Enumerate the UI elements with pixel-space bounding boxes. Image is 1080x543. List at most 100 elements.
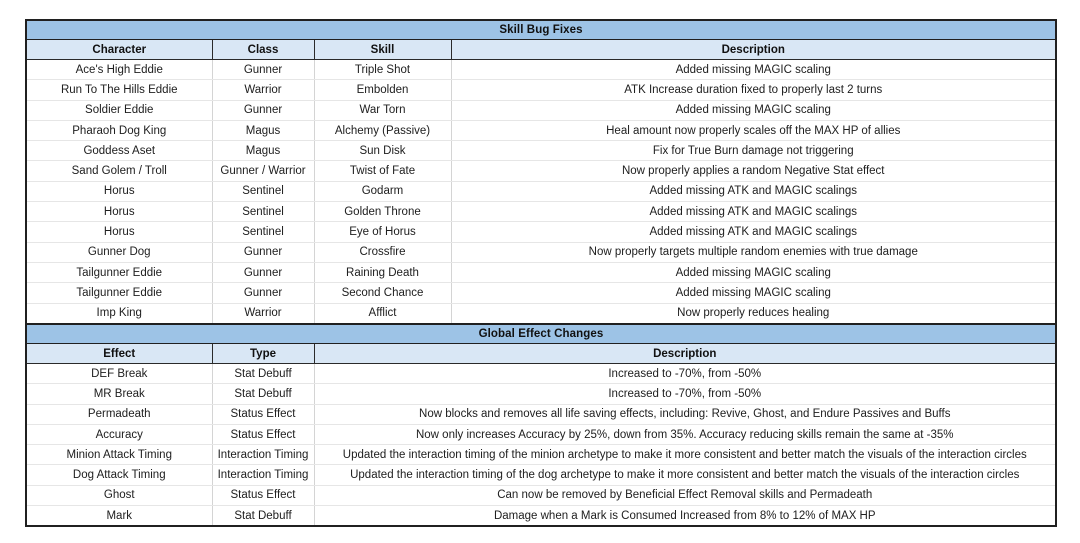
table-row: Sand Golem / Troll Gunner / Warrior Twist … xyxy=(26,160,1056,182)
column-header-effect: Effect xyxy=(26,343,213,364)
cell-description: Added missing MAGIC scaling xyxy=(450,99,1056,121)
cell-skill: War Torn xyxy=(313,99,452,121)
cell-description: ATK Increase duration fixed to properly … xyxy=(450,79,1056,101)
global-effect-changes-body: DEF Break Stat Debuff Increased to -70%, f… xyxy=(26,363,1056,527)
cell-skill: Golden Throne xyxy=(313,201,452,223)
cell-class: Gunner xyxy=(211,261,315,284)
table-row: Pharaoh Dog King Magus Alchemy (Passive) He… xyxy=(26,119,1056,142)
cell-type: Stat Debuff xyxy=(211,505,315,527)
cell-skill: Alchemy (Passive) xyxy=(313,119,452,142)
cell-class: Gunner xyxy=(211,282,315,304)
cell-effect: Minion Attack Timing xyxy=(26,444,213,466)
cell-type: Stat Debuff xyxy=(211,383,315,405)
table-title-row: Global Effect Changes xyxy=(26,323,1056,344)
table-row: Tailgunner Eddie Gunner Raining Death Added… xyxy=(26,261,1056,284)
global-effect-changes-title: Global Effect Changes xyxy=(26,323,1056,344)
cell-effect: Mark xyxy=(26,505,213,527)
cell-character: Pharaoh Dog King xyxy=(26,119,213,142)
table-row: Soldier Eddie Gunner War Torn Added missing… xyxy=(26,99,1056,121)
cell-character: Horus xyxy=(26,201,213,223)
cell-effect: Dog Attack Timing xyxy=(26,464,213,486)
cell-type: Status Effect xyxy=(211,484,315,507)
cell-character: Horus xyxy=(26,180,213,203)
cell-class: Gunner xyxy=(211,59,315,81)
table-row: MR Break Stat Debuff Increased to -70%, fr… xyxy=(26,383,1056,405)
cell-description: Can now be removed by Beneficial Effect … xyxy=(313,484,1056,507)
table-row: Horus Sentinel Godarm Added missing ATK and… xyxy=(26,180,1056,203)
cell-character: Ace's High Eddie xyxy=(26,59,213,81)
cell-skill: Sun Disk xyxy=(313,140,452,162)
cell-class: Magus xyxy=(211,140,315,162)
table-row: Horus Sentinel Golden Throne Added missing … xyxy=(26,201,1056,223)
cell-class: Magus xyxy=(211,119,315,142)
cell-character: Tailgunner Eddie xyxy=(26,282,213,304)
cell-class: Sentinel xyxy=(211,201,315,223)
skill-bug-fixes-table: Skill Bug Fixes Character Class Skill De… xyxy=(25,19,1057,325)
skill-bug-fixes-title: Skill Bug Fixes xyxy=(26,19,1056,40)
cell-description: Increased to -70%, from -50% xyxy=(313,383,1056,405)
cell-character: Tailgunner Eddie xyxy=(26,261,213,284)
cell-description: Increased to -70%, from -50% xyxy=(313,363,1056,385)
cell-effect: Accuracy xyxy=(26,423,213,446)
cell-effect: Ghost xyxy=(26,484,213,507)
cell-description: Now properly reduces healing xyxy=(450,302,1056,324)
table-row: Horus Sentinel Eye of Horus Added missing A… xyxy=(26,221,1056,243)
cell-type: Stat Debuff xyxy=(211,363,315,385)
cell-skill: Second Chance xyxy=(313,282,452,304)
cell-effect: MR Break xyxy=(26,383,213,405)
cell-description: Added missing ATK and MAGIC scalings xyxy=(450,180,1056,203)
cell-description: Now properly applies a random Negative S… xyxy=(450,160,1056,182)
cell-type: Status Effect xyxy=(211,423,315,446)
skill-bug-fixes-body: Ace's High Eddie Gunner Triple Shot Added m… xyxy=(26,59,1056,324)
table-header-row: Character Class Skill Description xyxy=(26,39,1056,60)
cell-effect: Permadeath xyxy=(26,403,213,425)
cell-description: Heal amount now properly scales off the … xyxy=(450,119,1056,142)
cell-character: Gunner Dog xyxy=(26,241,213,263)
table-row: Dog Attack Timing Interaction Timing Updat… xyxy=(26,464,1056,486)
cell-skill: Eye of Horus xyxy=(313,221,452,243)
cell-type: Interaction Timing xyxy=(211,444,315,466)
table-row: Minion Attack Timing Interaction Timing Up… xyxy=(26,444,1056,466)
column-header-description: Description xyxy=(313,343,1056,364)
cell-description: Now blocks and removes all life saving e… xyxy=(313,403,1056,425)
cell-description: Damage when a Mark is Consumed Increased… xyxy=(313,505,1056,527)
table-row: Accuracy Status Effect Now only increases … xyxy=(26,423,1056,446)
cell-effect: DEF Break xyxy=(26,363,213,385)
cell-skill: Embolden xyxy=(313,79,452,101)
column-header-character: Character xyxy=(26,39,213,60)
table-title-row: Skill Bug Fixes xyxy=(26,19,1056,40)
cell-skill: Crossfire xyxy=(313,241,452,263)
cell-character: Run To The Hills Eddie xyxy=(26,79,213,101)
cell-class: Sentinel xyxy=(211,221,315,243)
cell-character: Horus xyxy=(26,221,213,243)
cell-description: Added missing MAGIC scaling xyxy=(450,59,1056,81)
cell-skill: Godarm xyxy=(313,180,452,203)
cell-skill: Afflict xyxy=(313,302,452,324)
global-effect-changes-table: Global Effect Changes Effect Type Descri… xyxy=(25,323,1057,528)
cell-description: Updated the interaction timing of the do… xyxy=(313,464,1056,486)
cell-skill: Raining Death xyxy=(313,261,452,284)
table-row: Tailgunner Eddie Gunner Second Chance Added… xyxy=(26,282,1056,304)
cell-description: Added missing ATK and MAGIC scalings xyxy=(450,221,1056,243)
table-row: Goddess Aset Magus Sun Disk Fix for True Bu… xyxy=(26,140,1056,162)
cell-description: Added missing MAGIC scaling xyxy=(450,282,1056,304)
cell-character: Sand Golem / Troll xyxy=(26,160,213,182)
cell-description: Added missing ATK and MAGIC scalings xyxy=(450,201,1056,223)
column-header-description: Description xyxy=(450,39,1056,60)
cell-class: Gunner xyxy=(211,99,315,121)
table-row: Permadeath Status Effect Now blocks and re… xyxy=(26,403,1056,425)
cell-class: Gunner xyxy=(211,241,315,263)
table-row: Ghost Status Effect Can now be removed by … xyxy=(26,484,1056,507)
table-row: DEF Break Stat Debuff Increased to -70%, f… xyxy=(26,363,1056,385)
cell-description: Now only increases Accuracy by 25%, down… xyxy=(313,423,1056,446)
table-row: Mark Stat Debuff Damage when a Mark is Con… xyxy=(26,505,1056,527)
cell-description: Updated the interaction timing of the mi… xyxy=(313,444,1056,466)
table-row: Run To The Hills Eddie Warrior Embolden ATK… xyxy=(26,79,1056,101)
cell-skill: Triple Shot xyxy=(313,59,452,81)
cell-type: Status Effect xyxy=(211,403,315,425)
cell-class: Gunner / Warrior xyxy=(211,160,315,182)
cell-character: Goddess Aset xyxy=(26,140,213,162)
cell-description: Added missing MAGIC scaling xyxy=(450,261,1056,284)
table-row: Ace's High Eddie Gunner Triple Shot Added m… xyxy=(26,59,1056,81)
cell-type: Interaction Timing xyxy=(211,464,315,486)
